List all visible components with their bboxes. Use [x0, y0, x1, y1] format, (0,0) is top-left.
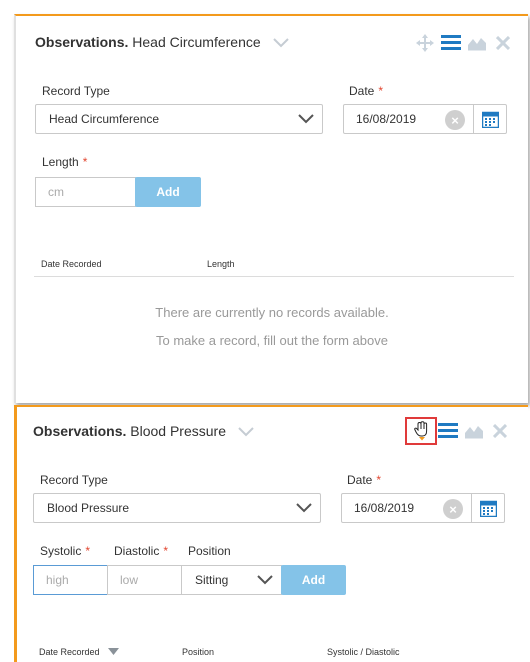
date-field[interactable]: 16/08/2019 ×	[341, 493, 505, 523]
record-type-value: Head Circumference	[49, 112, 160, 126]
length-label: Length *	[42, 155, 87, 169]
panel-title-bold: Observations.	[35, 34, 129, 50]
diastolic-placeholder: low	[120, 573, 139, 587]
required-mark: *	[85, 544, 91, 558]
chevron-down-icon	[296, 502, 312, 516]
column-date-recorded-label: Date Recorded	[39, 647, 100, 657]
chevron-down-icon	[257, 574, 273, 588]
chart-icon[interactable]	[467, 33, 487, 53]
close-icon[interactable]	[490, 421, 510, 441]
list-icon[interactable]	[441, 33, 461, 53]
panel-toolbar	[415, 33, 513, 53]
add-button[interactable]: Add	[135, 177, 201, 207]
date-divider	[471, 494, 472, 522]
panel-title-name: Blood Pressure	[130, 423, 226, 439]
date-label: Date *	[347, 473, 381, 487]
record-type-label: Record Type	[40, 473, 108, 487]
drag-hand-icon[interactable]	[412, 421, 432, 441]
date-value: 16/08/2019	[354, 501, 415, 515]
panel-toolbar	[412, 421, 510, 441]
close-icon[interactable]	[493, 33, 513, 53]
panel-title: Observations. Blood Pressure	[33, 423, 254, 440]
column-date-recorded[interactable]: Date Recorded	[39, 647, 119, 657]
move-icon[interactable]	[415, 33, 435, 53]
chevron-down-icon[interactable]	[272, 35, 289, 51]
length-input[interactable]: cm	[35, 177, 136, 207]
record-type-select[interactable]: Blood Pressure	[33, 493, 321, 523]
add-button[interactable]: Add	[281, 565, 346, 595]
clear-date-icon[interactable]: ×	[443, 499, 463, 519]
list-icon[interactable]	[438, 421, 458, 441]
position-value: Sitting	[195, 573, 229, 587]
record-type-select[interactable]: Head Circumference	[35, 104, 323, 134]
panel-title-name: Head Circumference	[132, 34, 261, 50]
systolic-label: Systolic *	[40, 544, 90, 558]
record-type-value: Blood Pressure	[47, 501, 130, 515]
calendar-icon[interactable]	[479, 499, 498, 520]
empty-state-line1: There are currently no records available…	[155, 305, 389, 320]
required-mark: *	[163, 544, 169, 558]
date-field[interactable]: 16/08/2019 ×	[343, 104, 507, 134]
date-label-text: Date	[347, 473, 373, 487]
table-divider	[34, 276, 514, 277]
length-placeholder: cm	[48, 185, 64, 199]
date-label-text: Date	[349, 84, 375, 98]
chevron-down-icon	[298, 113, 314, 127]
column-systolic-diastolic[interactable]: Systolic / Diastolic	[327, 647, 400, 657]
position-label: Position	[188, 544, 231, 558]
column-date-recorded[interactable]: Date Recorded	[41, 259, 102, 269]
panel-title: Observations. Head Circumference	[35, 34, 289, 51]
systolic-label-text: Systolic	[40, 544, 82, 558]
diastolic-label-text: Diastolic	[114, 544, 160, 558]
chart-icon[interactable]	[464, 421, 484, 441]
column-position[interactable]: Position	[182, 647, 214, 657]
column-length[interactable]: Length	[207, 259, 235, 269]
chevron-down-icon[interactable]	[238, 424, 254, 440]
date-divider	[473, 105, 474, 133]
record-type-label: Record Type	[42, 84, 110, 98]
length-label-text: Length	[42, 155, 79, 169]
systolic-placeholder: high	[46, 573, 69, 587]
required-mark: *	[82, 155, 88, 169]
panel-title-bold: Observations.	[33, 423, 127, 439]
systolic-input[interactable]: high	[33, 565, 108, 595]
date-value: 16/08/2019	[356, 112, 417, 126]
required-mark: *	[376, 473, 382, 487]
clear-date-icon[interactable]: ×	[445, 110, 465, 130]
required-mark: *	[378, 84, 384, 98]
head-circumference-panel: Observations. Head Circumference Record …	[14, 14, 528, 403]
calendar-icon[interactable]	[481, 110, 500, 131]
date-label: Date *	[349, 84, 383, 98]
sort-down-icon[interactable]	[107, 647, 119, 657]
position-select[interactable]: Sitting	[181, 565, 282, 595]
diastolic-label: Diastolic *	[114, 544, 168, 558]
blood-pressure-panel: Observations. Blood Pressure Record Type…	[14, 405, 528, 662]
diastolic-input[interactable]: low	[107, 565, 182, 595]
empty-state-line2: To make a record, fill out the form abov…	[156, 333, 388, 348]
